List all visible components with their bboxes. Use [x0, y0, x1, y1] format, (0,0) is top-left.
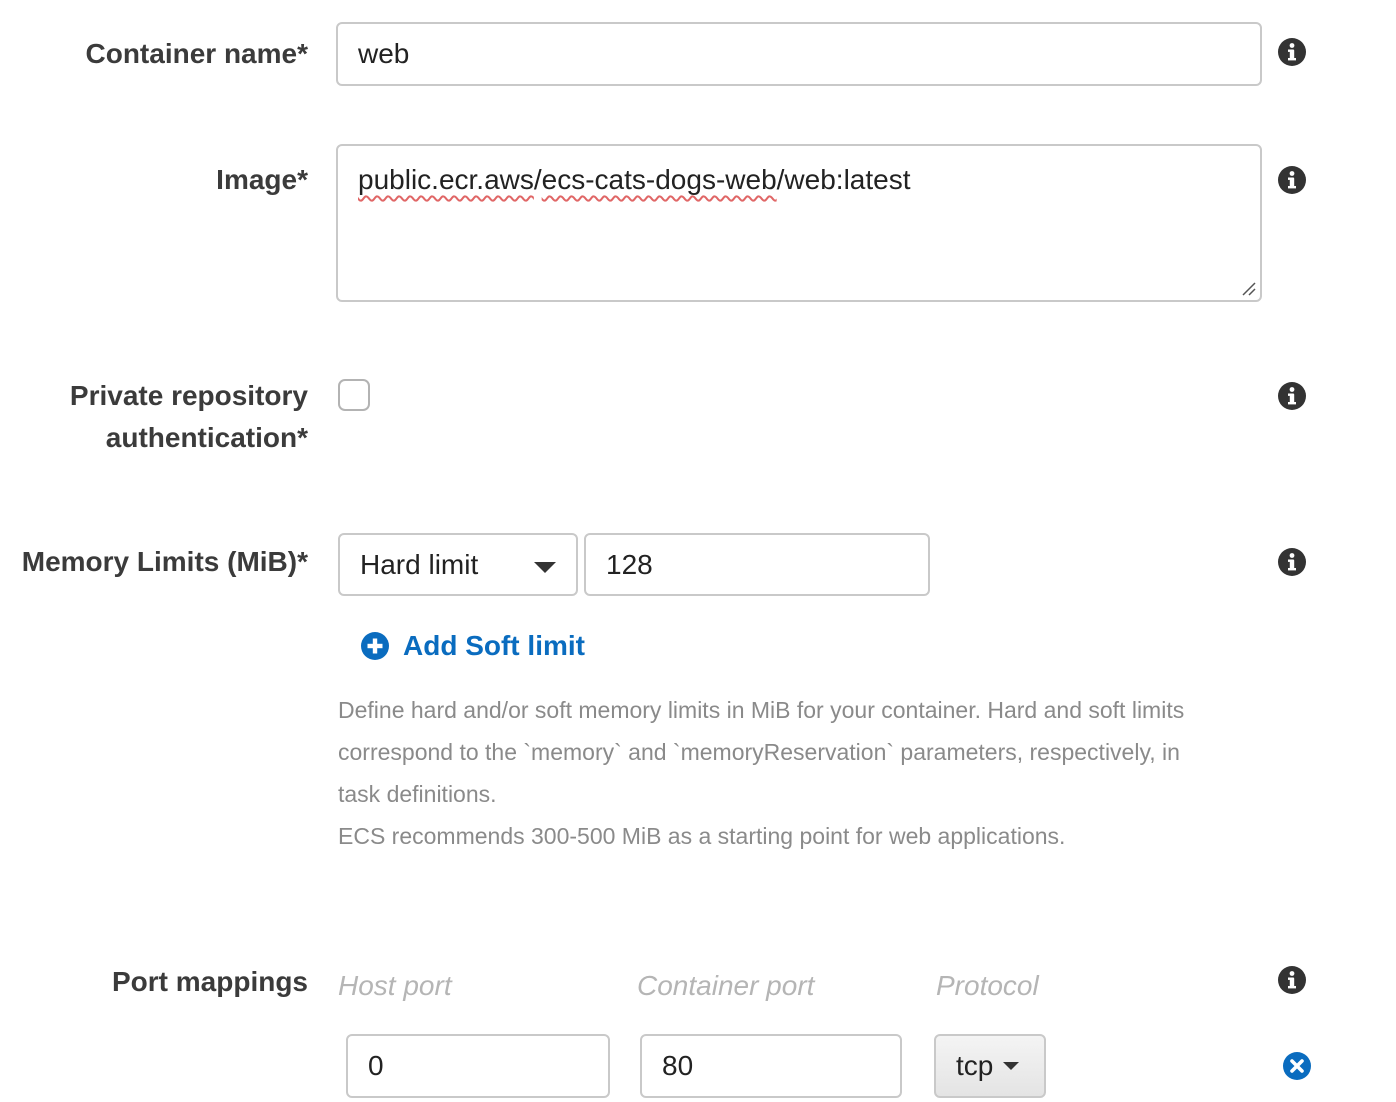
container-port-value: 80	[662, 1050, 694, 1081]
container-name-value: web	[358, 38, 410, 69]
add-soft-limit-label: Add Soft limit	[403, 630, 585, 661]
help-line: Define hard and/or soft memory limits in…	[338, 697, 1185, 723]
protocol-value: tcp	[956, 1050, 994, 1081]
memory-limit-type-select[interactable]: Hard limit	[338, 533, 578, 596]
host-port-header: Host port	[338, 970, 452, 1001]
image-value: public.ecr.aws/ecs-cats-dogs-web/web:lat…	[358, 164, 911, 195]
container-port-header: Container port	[637, 970, 815, 1001]
container-name-input[interactable]: web	[336, 22, 1262, 86]
image-label: Image*	[216, 164, 308, 195]
plus-circle-icon	[361, 632, 389, 660]
image-value-part: ecs-cats-dogs-web	[541, 164, 777, 195]
info-icon[interactable]	[1278, 38, 1306, 66]
protocol-select[interactable]: tcp	[934, 1034, 1046, 1098]
container-port-input[interactable]: 80	[640, 1034, 902, 1098]
help-line: ECS recommends 300-500 MiB as a starting…	[338, 823, 1066, 849]
help-line: task definitions.	[338, 781, 497, 807]
info-icon[interactable]	[1278, 548, 1306, 576]
container-name-label: Container name*	[85, 38, 309, 69]
host-port-value: 0	[368, 1050, 384, 1081]
info-icon[interactable]	[1278, 166, 1306, 194]
resize-handle-icon[interactable]	[1240, 280, 1256, 296]
image-value-part: /web:latest	[776, 164, 911, 195]
private-repo-checkbox[interactable]	[338, 379, 370, 411]
memory-limit-type-value: Hard limit	[360, 548, 479, 580]
private-repo-label-line2: authentication*	[105, 422, 308, 453]
help-line: correspond to the `memory` and `memoryRe…	[338, 739, 1180, 765]
memory-limits-label: Memory Limits (MiB)*	[21, 546, 308, 577]
chevron-down-icon	[534, 562, 556, 573]
private-repo-label: Private repository authentication*	[70, 375, 308, 459]
image-textarea[interactable]: public.ecr.aws/ecs-cats-dogs-web/web:lat…	[336, 144, 1262, 302]
image-value-part: /	[533, 164, 542, 195]
info-icon[interactable]	[1278, 966, 1306, 994]
private-repo-label-line1: Private repository	[69, 380, 308, 411]
port-mappings-label: Port mappings	[111, 966, 308, 997]
remove-port-mapping-button[interactable]	[1283, 1052, 1311, 1080]
memory-limit-value: 128	[606, 548, 653, 580]
protocol-header: Protocol	[936, 970, 1039, 1001]
host-port-input[interactable]: 0	[346, 1034, 610, 1098]
close-circle-icon	[1283, 1052, 1311, 1080]
image-value-part: public.ecr.aws	[358, 164, 534, 195]
chevron-down-icon	[1003, 1062, 1020, 1070]
memory-limit-input[interactable]: 128	[584, 533, 930, 596]
add-soft-limit-link[interactable]: Add Soft limit	[361, 630, 585, 662]
memory-help-text: Define hard and/or soft memory limits in…	[338, 689, 1258, 857]
info-icon[interactable]	[1278, 382, 1306, 410]
